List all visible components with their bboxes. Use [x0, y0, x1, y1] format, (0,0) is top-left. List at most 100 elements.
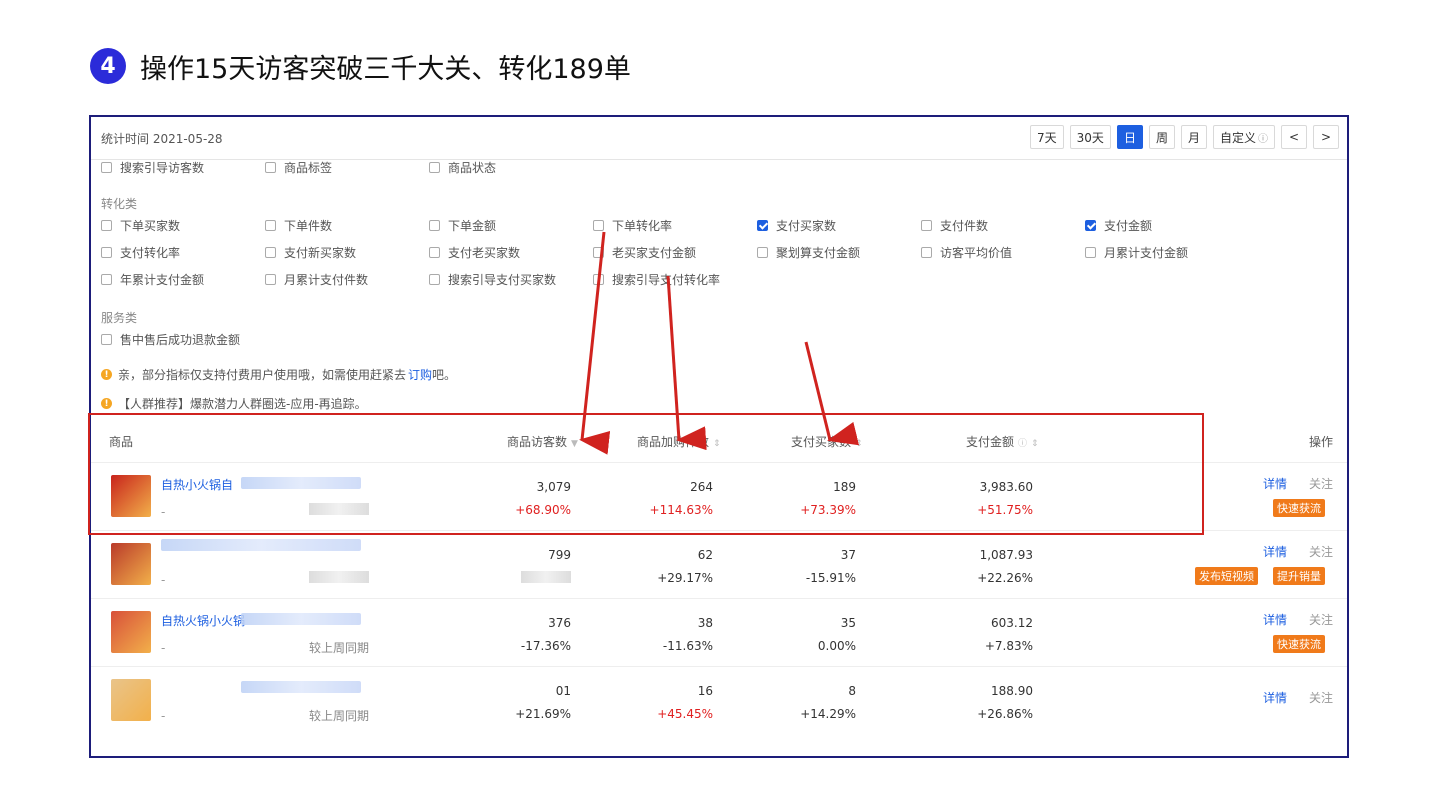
- checkbox-icon: [265, 247, 276, 258]
- detail-link[interactable]: 详情: [1263, 689, 1287, 706]
- visitors-change: +68.90%: [515, 503, 571, 517]
- col-buyers[interactable]: 支付买家数 ⇕: [791, 433, 863, 450]
- metric-checkbox[interactable]: 聚划算支付金额: [757, 244, 860, 261]
- buyers-value: 37: [840, 548, 856, 562]
- service-category-label: 服务类: [101, 311, 138, 325]
- range-month-button[interactable]: 月: [1180, 125, 1207, 149]
- follow-link[interactable]: 关注: [1309, 475, 1333, 492]
- product-dash: -: [161, 641, 166, 655]
- range-30-days-button[interactable]: 30天: [1069, 125, 1111, 149]
- metric-checkbox[interactable]: 售中售后成功退款金额: [101, 331, 240, 348]
- checkbox-icon: [101, 220, 112, 231]
- detail-link[interactable]: 详情: [1263, 611, 1287, 628]
- detail-link[interactable]: 详情: [1263, 543, 1287, 560]
- col-cart[interactable]: 商品加购件数 ⇕: [637, 433, 721, 450]
- metric-checkbox[interactable]: 搜索引导访客数: [101, 159, 204, 176]
- buyers-change: +14.29%: [800, 707, 856, 721]
- product-thumbnail[interactable]: [111, 543, 151, 585]
- warning-icon: !: [101, 369, 112, 380]
- metric-checkbox[interactable]: 下单买家数: [101, 217, 180, 234]
- product-thumbnail[interactable]: [111, 679, 151, 721]
- range-7-days-button[interactable]: 7天: [1030, 125, 1064, 149]
- cart-value: 38: [697, 616, 713, 630]
- metric-checkbox[interactable]: 访客平均价值: [921, 244, 1012, 261]
- metric-label: 商品状态: [448, 161, 497, 175]
- checkbox-icon: [593, 220, 604, 231]
- metric-checkbox[interactable]: 支付件数: [921, 217, 988, 234]
- product-dash: -: [161, 573, 166, 587]
- amount-change: +26.86%: [977, 707, 1033, 721]
- cart-change: +114.63%: [649, 503, 713, 517]
- metric-checkbox[interactable]: 搜索引导支付买家数: [429, 271, 556, 288]
- metric-checkbox[interactable]: 支付新买家数: [265, 244, 356, 261]
- col-amount[interactable]: 支付金额 ⓘ ⇕: [966, 433, 1039, 450]
- buyers-value: 35: [840, 616, 856, 630]
- metric-checkbox[interactable]: 年累计支付金额: [101, 271, 204, 288]
- product-name-link[interactable]: 自热小火锅自: [161, 476, 233, 493]
- checkbox-icon: [757, 247, 768, 258]
- next-date-button[interactable]: >: [1313, 125, 1339, 149]
- range-custom-button[interactable]: 自定义 ⓘ: [1212, 125, 1275, 149]
- metric-checkbox[interactable]: 月累计支付件数: [265, 271, 368, 288]
- publish-video-button[interactable]: 发布短视频: [1195, 567, 1258, 585]
- redacted-name: [241, 681, 361, 693]
- metric-label: 支付新买家数: [284, 246, 357, 260]
- cart-value: 16: [697, 684, 713, 698]
- metric-checkbox[interactable]: 商品状态: [429, 159, 496, 176]
- follow-link[interactable]: 关注: [1309, 689, 1333, 706]
- metric-checkbox[interactable]: 商品标签: [265, 159, 332, 176]
- metric-label: 搜索引导支付转化率: [612, 273, 721, 287]
- range-day-button[interactable]: 日: [1116, 125, 1143, 149]
- metric-checkbox[interactable]: 下单件数: [265, 217, 332, 234]
- product-dash: -: [161, 505, 166, 519]
- product-thumbnail[interactable]: [111, 475, 151, 517]
- metric-checkbox[interactable]: 下单金额: [429, 217, 496, 234]
- metric-label: 老买家支付金额: [612, 246, 697, 260]
- boost-sales-button[interactable]: 提升销量: [1273, 567, 1325, 585]
- quick-traffic-button[interactable]: 快速获流: [1273, 635, 1325, 653]
- cart-change: +45.45%: [657, 707, 713, 721]
- cart-value: 264: [690, 480, 713, 494]
- metric-label: 支付转化率: [120, 246, 181, 260]
- subscribe-link[interactable]: 订购: [408, 366, 432, 383]
- checkbox-icon: [101, 334, 112, 345]
- metric-checkbox[interactable]: 支付转化率: [101, 244, 180, 261]
- col-visitors-label: 商品访客数: [507, 435, 568, 449]
- follow-link[interactable]: 关注: [1309, 611, 1333, 628]
- metric-checkbox[interactable]: 下单转化率: [593, 217, 672, 234]
- range-week-button[interactable]: 周: [1148, 125, 1175, 149]
- metric-checkbox[interactable]: 搜索引导支付转化率: [593, 271, 720, 288]
- table-row: - 较上周同期 01 +21.69% 16 +45.45% 8 +14.29% 188.90 +2…: [91, 666, 1347, 735]
- checkbox-icon: [593, 247, 604, 258]
- redacted-name: [161, 539, 361, 551]
- compare-label: 较上周同期: [309, 709, 370, 723]
- metric-checkbox[interactable]: 月累计支付金额: [1085, 244, 1188, 261]
- notice-suffix: 吧。: [432, 368, 457, 382]
- help-icon: ⓘ: [1258, 133, 1268, 145]
- prev-date-button[interactable]: <: [1281, 125, 1307, 149]
- product-name-link[interactable]: 自热火锅小火锅: [161, 612, 245, 629]
- follow-link[interactable]: 关注: [1309, 543, 1333, 560]
- metric-checkbox[interactable]: 老买家支付金额: [593, 244, 696, 261]
- quick-traffic-button[interactable]: 快速获流: [1273, 499, 1325, 517]
- product-dash: -: [161, 709, 166, 723]
- metric-checkbox[interactable]: 支付金额: [1085, 217, 1152, 234]
- notice-text: 亲，部分指标仅支持付费用户使用哦，如需使用赶紧去: [118, 368, 407, 382]
- amount-value: 3,983.60: [979, 480, 1033, 494]
- product-thumbnail[interactable]: [111, 611, 151, 653]
- date-range-group: 7天 30天 日 周 月 自定义 ⓘ < >: [1030, 125, 1339, 149]
- col-visitors[interactable]: 商品访客数 ▼: [507, 433, 578, 450]
- conversion-category-label: 转化类: [101, 197, 138, 211]
- metric-label: 聚划算支付金额: [776, 246, 861, 260]
- metric-checkbox[interactable]: 支付买家数: [757, 217, 836, 234]
- detail-link[interactable]: 详情: [1263, 475, 1287, 492]
- redacted-change: [521, 571, 571, 583]
- date-toolbar: 统计时间 2021-05-28 7天 30天 日 周 月 自定义 ⓘ < >: [91, 117, 1347, 160]
- notice-text[interactable]: 【人群推荐】爆款潜力人群圈选-应用-再追踪。: [118, 395, 367, 412]
- help-icon: ⓘ: [1018, 439, 1028, 449]
- table-row: - 799 62 +29.17% 37 -15.91% 1,087.93 +22.26% 详情 关…: [91, 530, 1347, 599]
- buyers-change: +73.39%: [800, 503, 856, 517]
- metric-checkbox[interactable]: 支付老买家数: [429, 244, 520, 261]
- checkbox-checked-icon: [757, 220, 768, 231]
- visitors-change: -17.36%: [520, 639, 571, 653]
